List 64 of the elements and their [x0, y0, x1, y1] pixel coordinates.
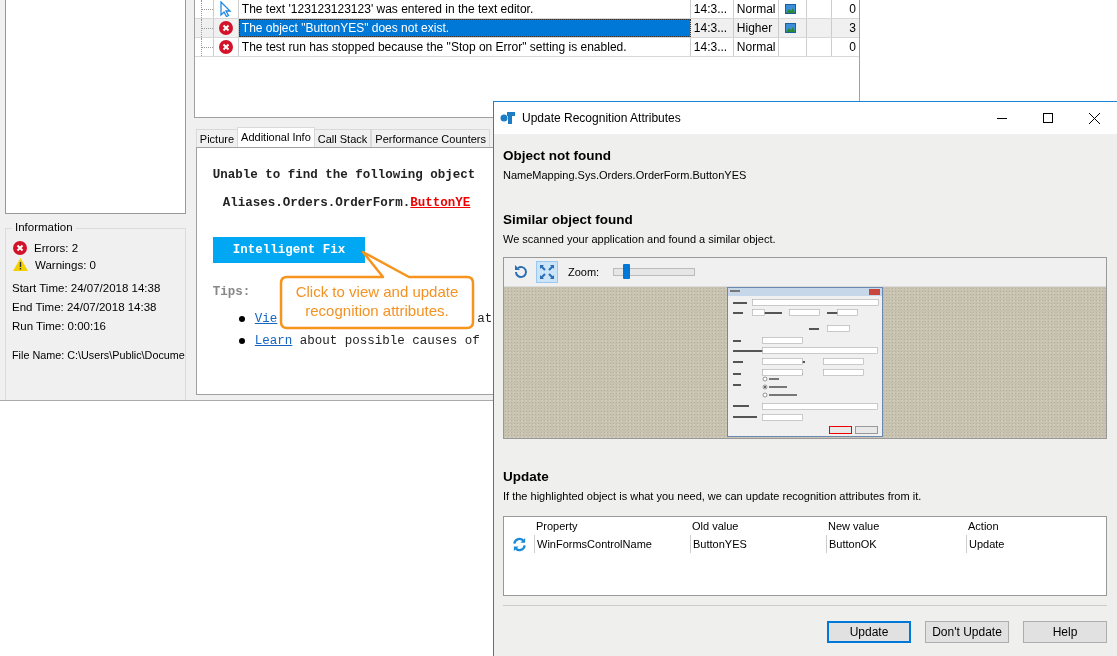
maximize-icon[interactable]: [1043, 113, 1053, 123]
message-cell: The text '123123123123' was entered in the text editor.: [238, 0, 691, 18]
error-message: Unable to find the following object: [212, 168, 476, 182]
tips-title: Tips:: [212, 285, 251, 299]
zoom-label: Zoom:: [568, 266, 600, 278]
close-icon[interactable]: [1088, 112, 1100, 124]
dialog-button[interactable]: Help: [1023, 621, 1107, 643]
object-path: NameMapping.Sys.Orders.OrderForm.ButtonYES: [503, 169, 748, 181]
start-time: Start Time: 24/07/2018 14:38: [12, 281, 162, 296]
description-text: If the highlighted object is what you need, we can update recognition attributes from it.: [503, 490, 923, 502]
time-cell: 14:3...: [690, 0, 734, 18]
table-cell: ButtonOK: [826, 535, 966, 553]
message-cell: The object "ButtonYES" does not exist.: [238, 19, 691, 37]
tip-link[interactable]: Learn: [254, 334, 293, 348]
description-text: We scanned your application and found a similar object.: [503, 233, 777, 245]
tip-text: about possible causes of: [299, 334, 480, 348]
error-icon: [13, 240, 27, 255]
dialog-button[interactable]: Don't Update: [925, 621, 1009, 643]
end-time: End Time: 24/07/2018 14:38: [12, 300, 158, 315]
count-cell-text: 3: [848, 20, 857, 37]
priority-cell: Higher: [733, 19, 779, 37]
column-header: Action: [967, 519, 1000, 534]
window-title: Update Recognition Attributes: [522, 111, 681, 125]
time-cell: 14:3...: [690, 19, 734, 37]
section-title: Object not found: [503, 148, 612, 163]
time-cell: 14:3...: [690, 38, 734, 56]
warning-icon: [13, 258, 28, 271]
file-name: File Name: C:\Users\Public\Docume: [12, 348, 185, 363]
slider-thumb[interactable]: [623, 264, 631, 279]
run-time: Run Time: 0:00:16: [12, 319, 107, 334]
log-row[interactable]: The test run has stopped because the "Stop on Error" setting is enabled. 14:3... Normal 0: [194, 38, 859, 57]
tab[interactable]: Performance Counters: [371, 129, 490, 147]
tab[interactable]: Call Stack: [313, 129, 372, 147]
tab[interactable]: Picture: [195, 129, 239, 147]
table-cell: ButtonYES: [690, 535, 826, 553]
picture-icon: [784, 23, 796, 33]
object-path: Aliases.Orders.OrderForm.ButtonYE: [222, 196, 471, 210]
callout-text: Click to view and update recognition attributes.: [294, 282, 460, 320]
tab[interactable]: Additional Info: [237, 127, 315, 147]
priority-cell: Normal: [733, 38, 779, 56]
warnings-count: Warnings: 0: [35, 258, 96, 271]
refresh-icon: [511, 536, 527, 552]
column-header: Old value: [691, 519, 740, 534]
dialog-button[interactable]: Update: [827, 621, 911, 643]
group-title: Information: [12, 221, 76, 233]
picture-icon: [784, 4, 796, 14]
message-cell: The test run has stopped because the "Stop on Error" setting is enabled.: [238, 38, 691, 56]
column-header: Property: [535, 519, 579, 534]
table-cell: WinFormsControlName: [534, 535, 690, 553]
fit-icon[interactable]: [536, 261, 558, 283]
table-cell: Update: [966, 535, 1106, 553]
section-title: Similar object found: [503, 212, 634, 227]
tip-link[interactable]: Vie: [254, 312, 278, 326]
error-icon: [218, 21, 233, 35]
errors-count: Errors: 2: [34, 241, 79, 254]
tip-text: at: [477, 312, 493, 326]
log-row[interactable]: The object "ButtonYES" does not exist. 14:3... Higher 3: [194, 19, 859, 38]
priority-cell: Normal: [733, 0, 779, 18]
count-cell-text: 0: [848, 39, 857, 56]
error-icon: [218, 40, 233, 54]
section-title: Update: [503, 469, 550, 484]
app-logo-icon: [500, 110, 516, 126]
count-cell-text: 0: [848, 1, 857, 18]
column-header: New value: [827, 519, 881, 534]
